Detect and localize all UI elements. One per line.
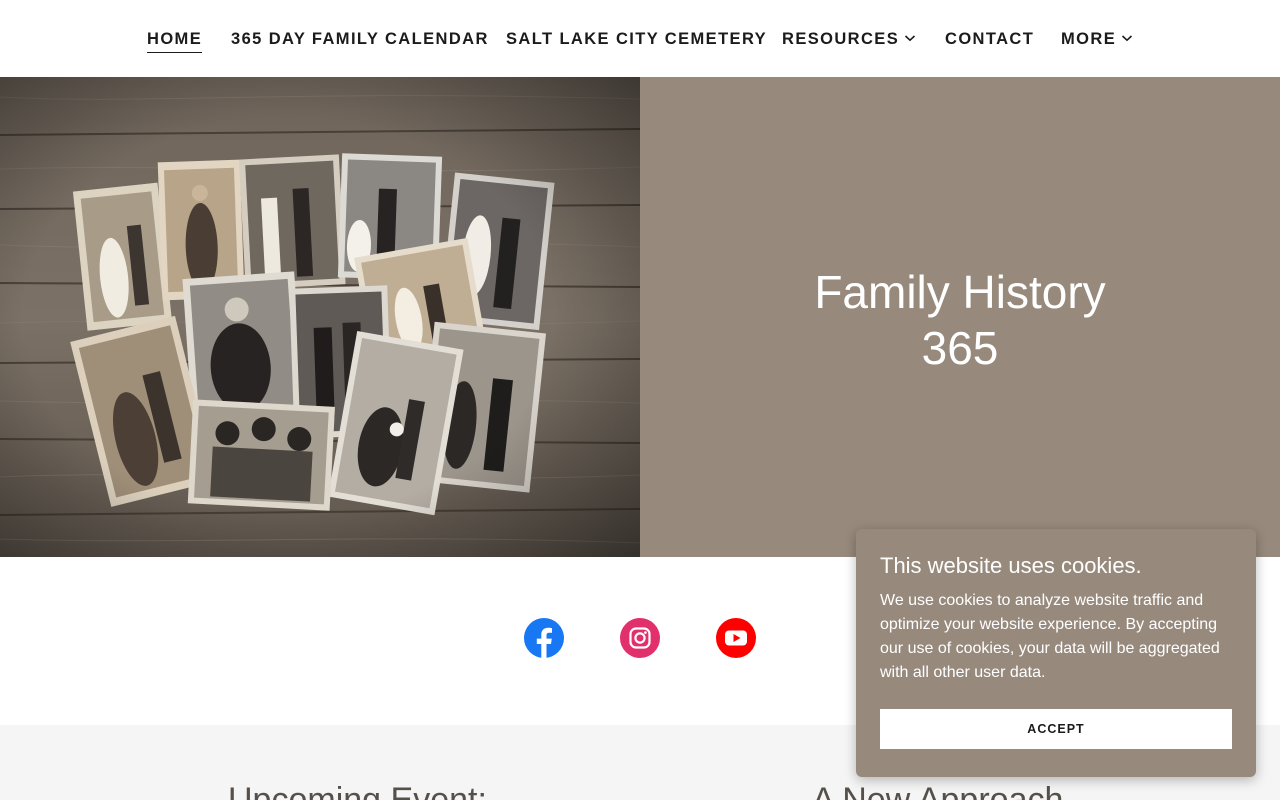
cookie-consent-banner: This website uses cookies. We use cookie… [856, 529, 1256, 777]
facebook-icon[interactable] [524, 618, 564, 658]
instagram-icon[interactable] [620, 618, 660, 658]
hero-title-panel: Family History 365 [640, 77, 1280, 557]
cookie-title: This website uses cookies. [880, 553, 1142, 578]
chevron-down-icon [1121, 33, 1133, 43]
nav-resources-label: RESOURCES [782, 30, 900, 48]
nav-salt-lake-city-cemetery[interactable]: SALT LAKE CITY CEMETERY [506, 30, 767, 52]
hero-vintage-photos-image [0, 77, 640, 557]
upcoming-event-heading: Upcoming Event: [228, 781, 487, 800]
new-approach-heading: A New Approach [812, 781, 1064, 800]
nav-more-label: MORE [1061, 30, 1117, 48]
youtube-icon[interactable] [716, 618, 756, 658]
chevron-down-icon [904, 33, 916, 43]
nav-365-day-family-calendar[interactable]: 365 DAY FAMILY CALENDAR [231, 30, 489, 52]
hero-title-line-1: Family History [814, 266, 1106, 318]
hero-title-line-2: 365 [921, 322, 999, 374]
top-navigation: HOME 365 DAY FAMILY CALENDAR SALT LAKE C… [0, 0, 1280, 77]
hero-section: Family History 365 [0, 77, 1280, 557]
nav-resources[interactable]: RESOURCES [782, 30, 916, 52]
nav-contact[interactable]: CONTACT [945, 30, 1034, 52]
cookie-message: We use cookies to analyze website traffi… [880, 592, 1220, 681]
nav-more[interactable]: MORE [1061, 30, 1133, 52]
hero-title: Family History 365 [640, 264, 1280, 376]
accept-cookies-button[interactable]: ACCEPT [880, 709, 1232, 749]
nav-home[interactable]: HOME [147, 30, 203, 53]
